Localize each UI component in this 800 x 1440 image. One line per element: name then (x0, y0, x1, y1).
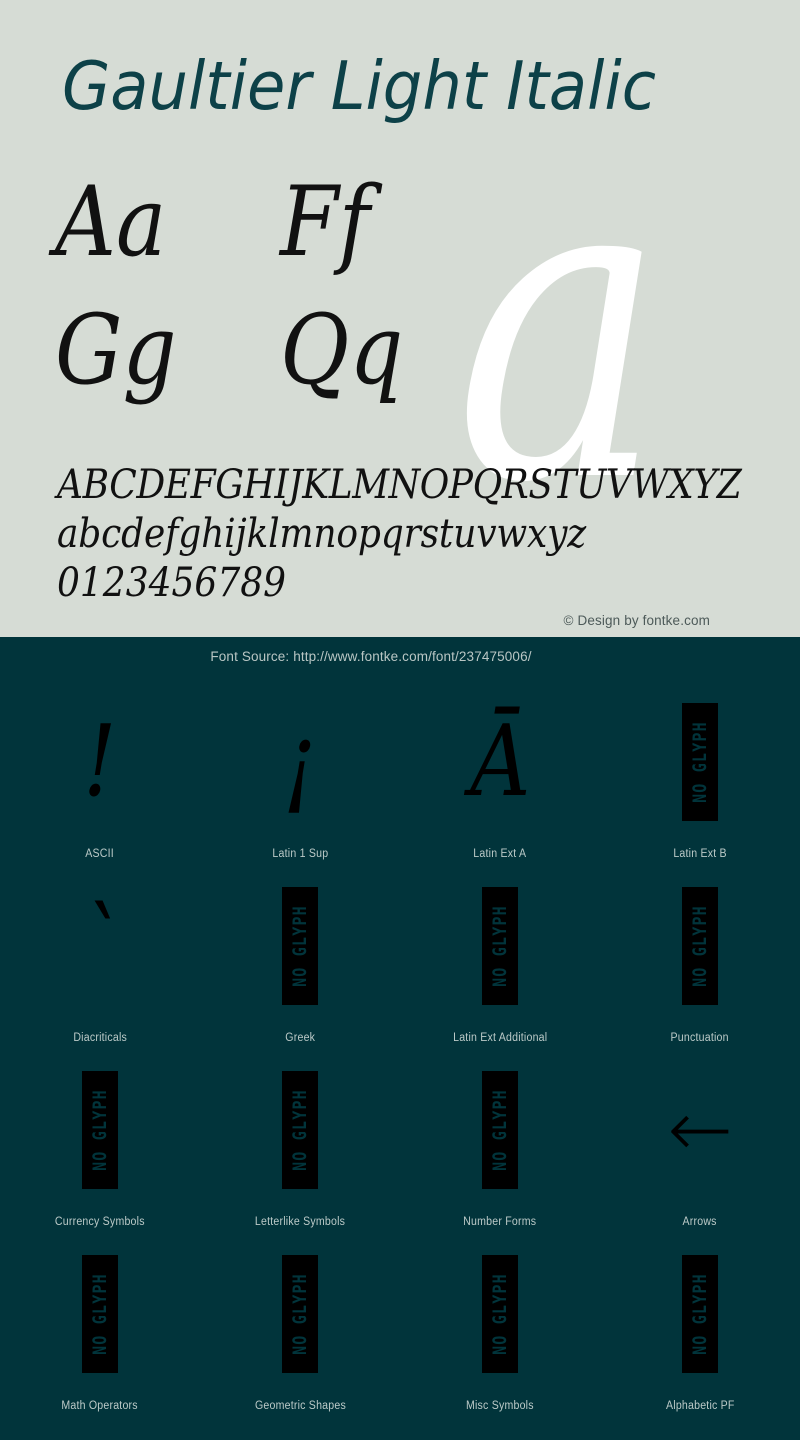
unicode-block-cell[interactable]: NO GLYPH Latin Ext Additional (400, 863, 600, 1047)
unicode-block-cell[interactable]: NO GLYPH Geometric Shapes (200, 1231, 400, 1415)
left-arrow-icon: ← (667, 1085, 733, 1175)
unicode-block-sample: NO GLYPH (200, 1047, 400, 1213)
letter-sample-row: Aa Ff (55, 172, 475, 300)
no-glyph-box: NO GLYPH (282, 1255, 318, 1373)
unicode-block-label: Latin Ext A (473, 848, 527, 860)
unicode-block-grid: ! ASCII ¡ Latin 1 Sup Ā Latin Ext A NO GLYPH La… (0, 679, 800, 1415)
unicode-block-sample: NO GLYPH (200, 863, 400, 1029)
font-source-link[interactable]: Font Source: http://www.fontke.com/font/… (0, 649, 800, 664)
unicode-block-cell[interactable]: NO GLYPH Latin Ext B (600, 679, 800, 863)
alphabet-uppercase: ABCDEFGHIJKLMNOPQRSTUVWXYZ (57, 462, 742, 508)
unicode-block-cell[interactable]: NO GLYPH Number Forms (400, 1047, 600, 1231)
unicode-block-cell[interactable]: NO GLYPH Alphabetic PF (600, 1231, 800, 1415)
unicode-block-label: Latin Ext B (673, 848, 727, 860)
unicode-block-label: Geometric Shapes (254, 1400, 346, 1412)
unicode-block-label: Punctuation (670, 1032, 730, 1044)
unicode-block-cell[interactable]: ¡ Latin 1 Sup (200, 679, 400, 863)
unicode-block-cell[interactable]: ˋ Diacriticals (0, 863, 200, 1047)
letter-sample-row: Gg Qq (55, 300, 475, 428)
unicode-block-sample: NO GLYPH (400, 863, 600, 1029)
unicode-block-sample: ← (600, 1047, 800, 1213)
no-glyph-label: NO GLYPH (288, 1273, 312, 1355)
block-sample-glyph: ! (83, 705, 117, 819)
unicode-block-sample: NO GLYPH (200, 1231, 400, 1397)
unicode-block-label: ASCII (85, 848, 115, 860)
unicode-block-label: Arrows (682, 1216, 718, 1228)
no-glyph-box: NO GLYPH (482, 1071, 518, 1189)
unicode-block-sample: ¡ (200, 679, 400, 845)
unicode-block-label: Latin Ext Additional (452, 1032, 548, 1044)
letter-sample-Ff: Ff (280, 166, 370, 278)
no-glyph-label: NO GLYPH (288, 905, 312, 987)
unicode-block-sample: NO GLYPH (0, 1231, 200, 1397)
alphabet-block: ABCDEFGHIJKLMNOPQRSTUVWXYZ abcdefghijklm… (57, 462, 757, 608)
no-glyph-label: NO GLYPH (488, 1273, 512, 1355)
unicode-block-sample: NO GLYPH (600, 863, 800, 1029)
unicode-block-label: Latin 1 Sup (272, 848, 328, 860)
no-glyph-box: NO GLYPH (682, 1255, 718, 1373)
unicode-blocks-panel: Font Source: http://www.fontke.com/font/… (0, 637, 800, 1440)
unicode-block-sample: ! (0, 679, 200, 845)
specimen-preview-panel: a Gaultier Light Italic Aa Ff Gg Qq ABCD… (0, 0, 800, 637)
alphabet-lowercase: abcdefghijklmnopqrstuvwxyz (57, 511, 587, 558)
unicode-block-cell[interactable]: NO GLYPH Misc Symbols (400, 1231, 600, 1415)
unicode-block-cell[interactable]: NO GLYPH Currency Symbols (0, 1047, 200, 1231)
no-glyph-box: NO GLYPH (482, 887, 518, 1005)
unicode-block-cell[interactable]: NO GLYPH Math Operators (0, 1231, 200, 1415)
alphabet-digits: 0123456789 (57, 560, 287, 607)
unicode-block-sample: NO GLYPH (400, 1047, 600, 1213)
copyright-notice: © Design by fontke.com (563, 613, 710, 628)
unicode-block-label: Diacriticals (73, 1032, 127, 1044)
letter-sample-Gg: Gg (55, 294, 177, 406)
no-glyph-box: NO GLYPH (82, 1255, 118, 1373)
letter-sample-grid: Aa Ff Gg Qq (55, 172, 475, 428)
unicode-block-sample: NO GLYPH (600, 679, 800, 845)
block-sample-glyph: ¡ (283, 705, 317, 819)
no-glyph-box: NO GLYPH (282, 887, 318, 1005)
unicode-block-label: Number Forms (463, 1216, 537, 1228)
unicode-block-label: Currency Symbols (55, 1216, 145, 1228)
no-glyph-label: NO GLYPH (488, 905, 512, 987)
no-glyph-label: NO GLYPH (88, 1273, 112, 1355)
no-glyph-label: NO GLYPH (688, 905, 712, 987)
font-title: Gaultier Light Italic (62, 47, 656, 125)
no-glyph-label: NO GLYPH (488, 1089, 512, 1171)
unicode-block-sample: ˋ (0, 863, 200, 1029)
unicode-block-sample: Ā (400, 679, 600, 845)
unicode-block-sample: NO GLYPH (600, 1231, 800, 1397)
unicode-block-cell[interactable]: ← Arrows (600, 1047, 800, 1231)
no-glyph-label: NO GLYPH (88, 1089, 112, 1171)
unicode-block-label: Misc Symbols (466, 1400, 534, 1412)
block-sample-glyph: Ā (469, 705, 531, 819)
unicode-block-cell[interactable]: ! ASCII (0, 679, 200, 863)
no-glyph-box: NO GLYPH (682, 703, 718, 821)
letter-sample-Qq: Qq (280, 294, 404, 406)
no-glyph-label: NO GLYPH (688, 721, 712, 803)
unicode-block-label: Alphabetic PF (665, 1400, 735, 1412)
unicode-block-sample: NO GLYPH (0, 1047, 200, 1213)
no-glyph-box: NO GLYPH (82, 1071, 118, 1189)
unicode-block-label: Letterlike Symbols (254, 1216, 346, 1228)
unicode-block-cell[interactable]: Ā Latin Ext A (400, 679, 600, 863)
unicode-block-sample: NO GLYPH (400, 1231, 600, 1397)
no-glyph-box: NO GLYPH (282, 1071, 318, 1189)
no-glyph-box: NO GLYPH (482, 1255, 518, 1373)
no-glyph-box: NO GLYPH (682, 887, 718, 1005)
no-glyph-label: NO GLYPH (688, 1273, 712, 1355)
unicode-block-cell[interactable]: NO GLYPH Letterlike Symbols (200, 1047, 400, 1231)
unicode-block-cell[interactable]: NO GLYPH Punctuation (600, 863, 800, 1047)
unicode-block-label: Greek (285, 1032, 315, 1044)
letter-sample-Aa: Aa (55, 166, 167, 278)
unicode-block-label: Math Operators (61, 1400, 139, 1412)
unicode-block-cell[interactable]: NO GLYPH Greek (200, 863, 400, 1047)
block-sample-glyph: ˋ (79, 889, 121, 1003)
no-glyph-label: NO GLYPH (288, 1089, 312, 1171)
